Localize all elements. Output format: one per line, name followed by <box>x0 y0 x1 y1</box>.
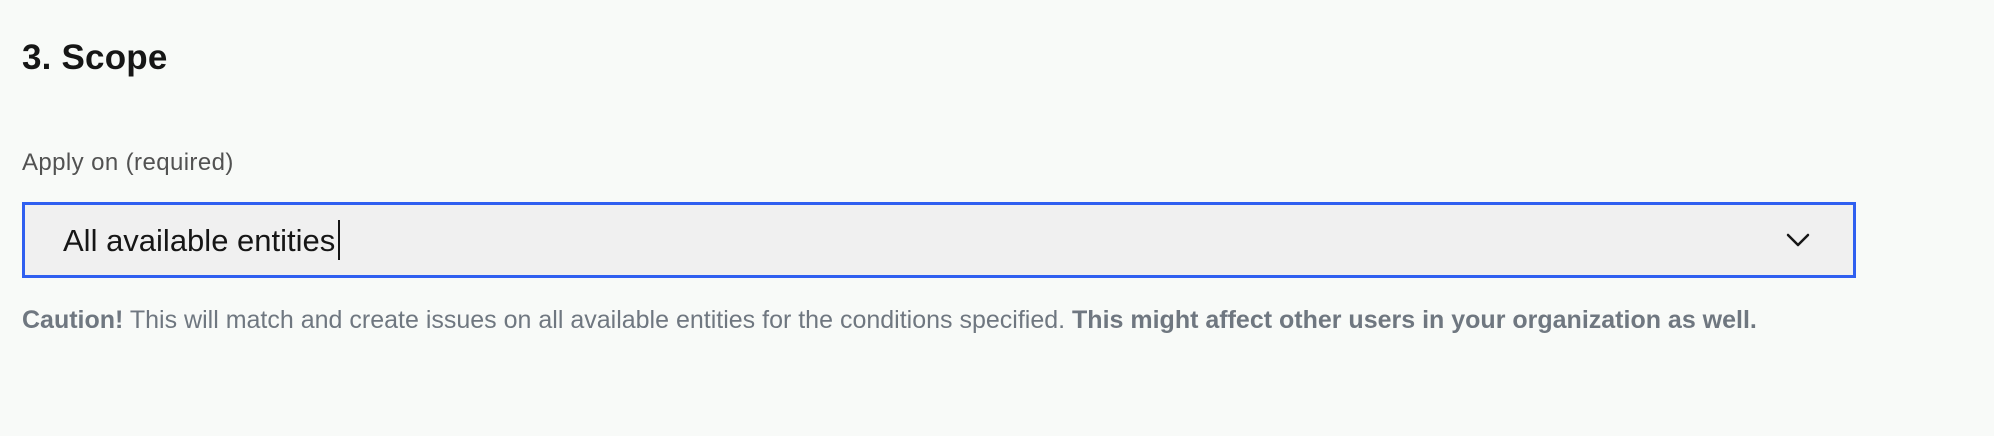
section-title: 3. Scope <box>22 38 168 77</box>
apply-on-label: Apply on (required) <box>22 149 234 176</box>
caution-label: Caution! <box>22 306 124 334</box>
caution-message: This will match and create issues on all… <box>123 306 1073 334</box>
caution-helper-text: Caution! This will match and create issu… <box>22 302 1802 339</box>
selected-value-text: All available entities <box>63 222 336 258</box>
chevron-down-icon[interactable] <box>1785 232 1811 248</box>
caution-emphasis: This might affect other users in your or… <box>1072 306 1757 334</box>
apply-on-select[interactable]: All available entities <box>22 202 1856 278</box>
text-cursor <box>338 220 341 260</box>
apply-on-selected-value[interactable]: All available entities <box>63 220 341 260</box>
